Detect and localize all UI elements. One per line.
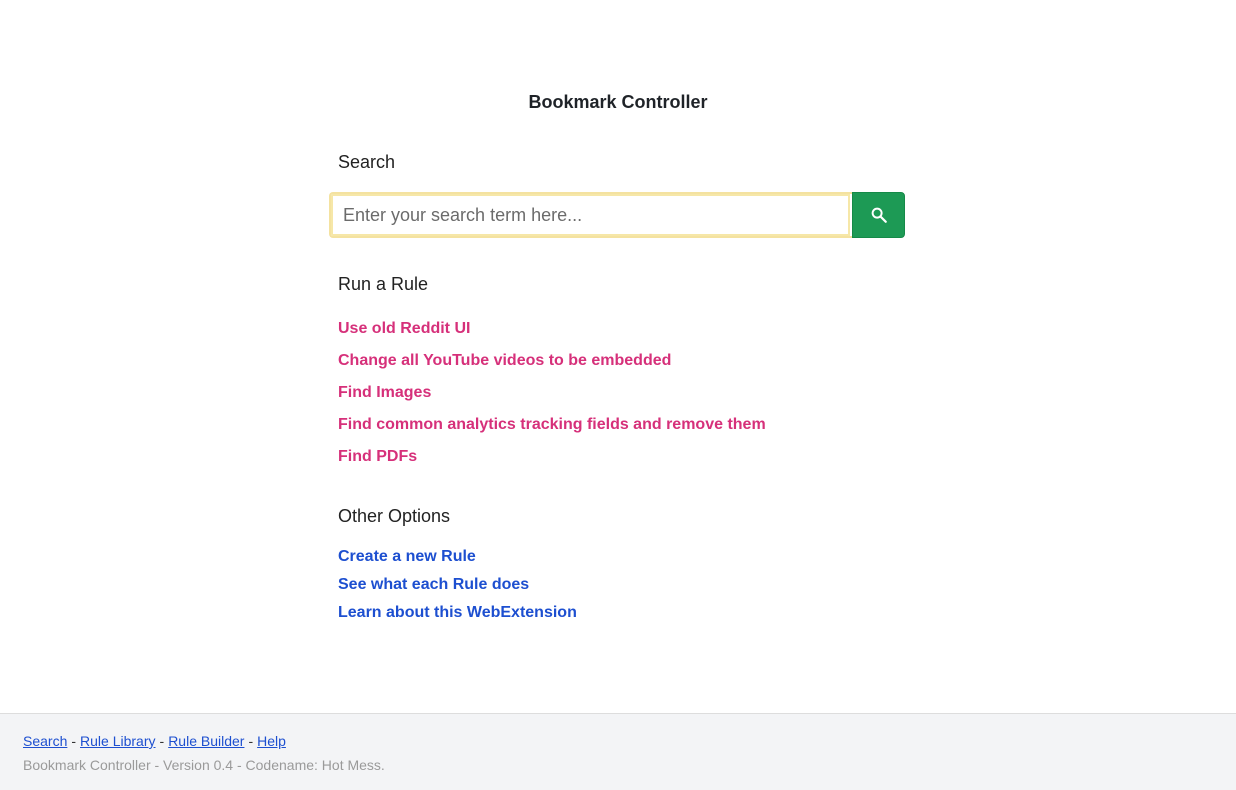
search-heading: Search [338,152,396,172]
list-item: Find Images [338,381,766,413]
rule-link-old-reddit[interactable]: Use old Reddit UI [338,320,470,337]
create-rule-link[interactable]: Create a new Rule [338,548,476,565]
list-item: Change all YouTube videos to be embedded [338,349,766,381]
footer: Search - Rule Library - Rule Builder - Help Bo… [0,713,1236,790]
rule-link-remove-tracking[interactable]: Find common analytics tracking fields an… [338,416,766,433]
list-item: Learn about this WebExtension [338,601,577,629]
rule-link-youtube-embed[interactable]: Change all YouTube videos to be embedded [338,352,671,369]
search-button[interactable] [852,192,905,238]
footer-link-rule-library[interactable]: Rule Library [80,733,155,749]
rule-list: Use old Reddit UI Change all YouTube vid… [338,317,766,477]
search-input[interactable] [329,192,853,238]
main-content: Search Run a Rule Use old Reddit UI Chan… [329,150,938,621]
footer-link-search[interactable]: Search [23,733,67,749]
list-item: See what each Rule does [338,573,577,601]
rule-link-find-pdfs[interactable]: Find PDFs [338,448,417,465]
run-rule-heading: Run a Rule [338,274,429,294]
search-form [329,192,905,238]
search-icon [870,206,888,224]
footer-link-rule-builder[interactable]: Rule Builder [168,733,244,749]
other-options-heading: Other Options [338,506,451,526]
version-text: Bookmark Controller - Version 0.4 - Code… [23,757,385,773]
list-item: Find common analytics tracking fields an… [338,413,766,445]
rule-link-find-images[interactable]: Find Images [338,384,431,401]
list-item: Use old Reddit UI [338,317,766,349]
list-item: Find PDFs [338,445,766,477]
about-extension-link[interactable]: Learn about this WebExtension [338,604,577,621]
list-item: Create a new Rule [338,545,577,573]
footer-separator: - [71,733,77,749]
options-list: Create a new Rule See what each Rule doe… [338,545,577,629]
page: Bookmark Controller Search Run a Rule Us… [0,0,1236,790]
app-title: Bookmark Controller [528,92,708,112]
rule-docs-link[interactable]: See what each Rule does [338,576,529,593]
footer-separator: - [248,733,254,749]
footer-nav: Search - Rule Library - Rule Builder - Help [23,731,1213,751]
footer-separator: - [159,733,165,749]
footer-link-help[interactable]: Help [257,733,286,749]
